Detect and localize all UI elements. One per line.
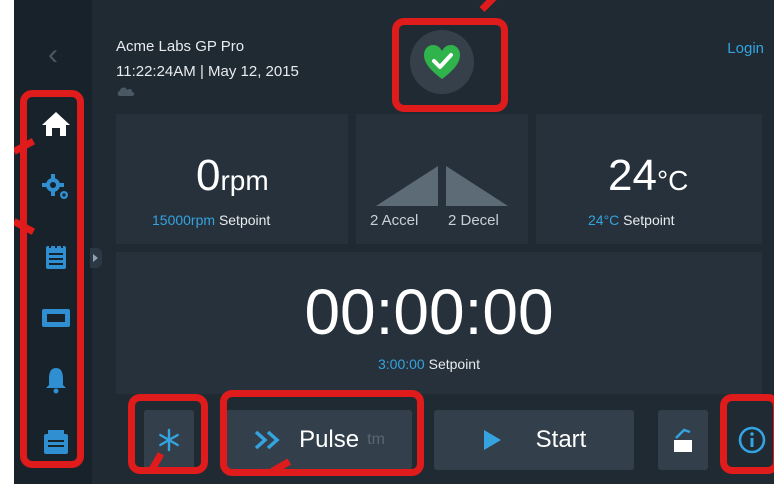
timer-setpoint-value: 3:00:00 (378, 356, 425, 372)
temperature-unit: °C (656, 165, 689, 196)
start-button[interactable]: Start (434, 410, 634, 470)
device-title: Acme Labs GP Pro (116, 38, 245, 55)
speed-setpoint-label: Setpoint (218, 212, 271, 228)
info-highlight (720, 394, 774, 474)
temperature-panel[interactable]: 24°C 24°C Setpoint (536, 114, 762, 244)
temperature-value: 24 (608, 151, 657, 200)
datetime-display: 11:22:24AM | May 12, 2015 (116, 63, 299, 80)
lid-button[interactable] (658, 410, 708, 470)
status-callout-line (479, 0, 505, 12)
timer-setpoint-label: Setpoint (428, 356, 480, 372)
temperature-setpoint-label: Setpoint (623, 212, 675, 228)
timer-value: 00:00:00 (304, 276, 554, 348)
lid-icon (674, 428, 692, 452)
login-link[interactable]: Login (727, 40, 764, 57)
speed-value: 0 (196, 151, 221, 200)
sidebar-expand-handle[interactable] (90, 248, 102, 268)
cloud-icon (116, 84, 136, 102)
status-highlight (392, 18, 508, 112)
speed-panel[interactable]: 0rpm 15000rpm Setpoint (116, 114, 348, 244)
speed-setpoint-value: 15000rpm (152, 212, 216, 228)
accel-decel-ramp-icon (376, 166, 508, 206)
start-label: Start (535, 426, 587, 453)
pulse-highlight (220, 390, 424, 476)
app-screen: ‹ Acme Labs GP Pro 11:22:24AM | May 12, … (14, 0, 774, 484)
back-chevron-icon[interactable]: ‹ (48, 40, 58, 70)
fast-cool-highlight (128, 394, 208, 474)
accel-decel-panel[interactable]: 2 Accel 2 Decel (356, 114, 528, 244)
timer-setpoint: 3:00:00 Setpoint (106, 356, 752, 372)
accel-value: 2 Accel (370, 212, 419, 229)
speed-unit: rpm (220, 165, 269, 196)
temperature-setpoint-value: 24°C (588, 212, 620, 228)
play-icon (483, 430, 501, 450)
decel-value: 2 Decel (448, 212, 499, 229)
